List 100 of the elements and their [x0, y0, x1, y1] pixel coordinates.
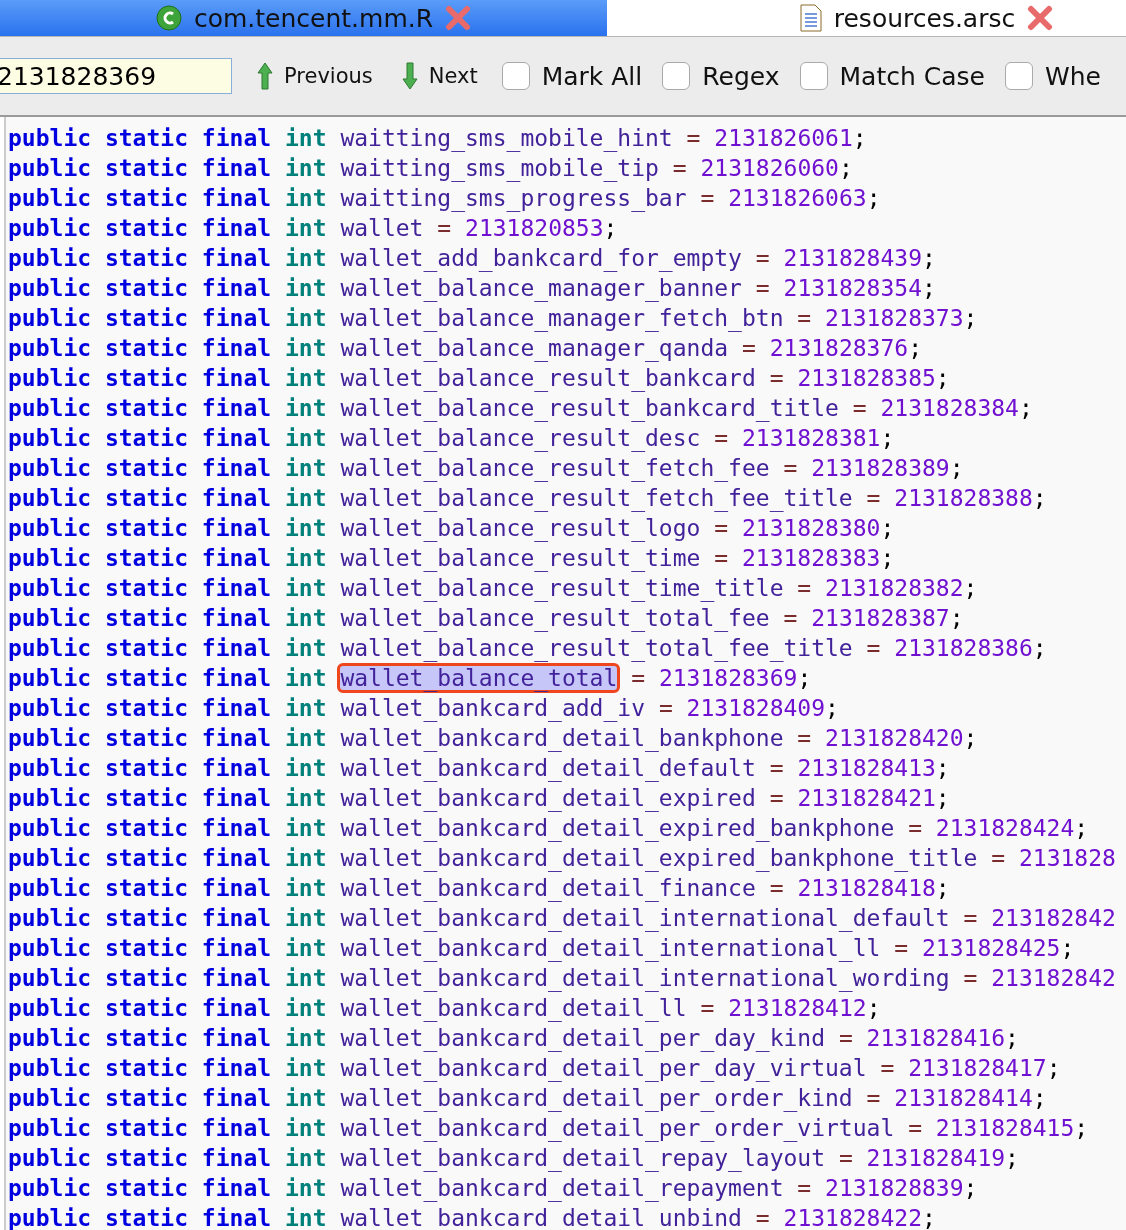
type-keyword: int — [284, 485, 327, 511]
semicolon: ; — [963, 575, 978, 601]
identifier: wallet_bankcard_detail_finance — [339, 874, 757, 903]
identifier: wallet_bankcard_detail_per_day_virtual — [339, 1054, 868, 1083]
number-literal: 2131828409 — [686, 695, 826, 721]
operator: = — [755, 245, 770, 271]
operator: = — [741, 335, 756, 361]
number-literal: 2131828420 — [825, 725, 964, 751]
semicolon: ; — [949, 455, 964, 481]
type-keyword: int — [284, 755, 327, 781]
operator: = — [991, 845, 1006, 871]
identifier: wallet_bankcard_detail_default — [339, 754, 757, 783]
keyword: public static final — [8, 455, 272, 481]
type-keyword: int — [284, 185, 327, 211]
identifier: wallet_bankcard_detail_expired_bankphone_title — [339, 844, 979, 873]
number-literal: 2131828387 — [811, 605, 950, 631]
semicolon: ; — [1074, 1115, 1089, 1141]
operator: = — [769, 365, 784, 391]
operator: = — [686, 125, 701, 151]
operator: = — [755, 275, 770, 301]
semicolon: ; — [797, 665, 812, 691]
checkbox[interactable] — [501, 62, 530, 90]
semicolon: ; — [880, 545, 895, 571]
operator: = — [908, 1115, 922, 1141]
identifier: wallet_balance_result_desc — [339, 424, 702, 453]
operator: = — [714, 425, 729, 451]
number-literal: 213182842 — [991, 965, 1116, 991]
close-icon[interactable] — [1027, 5, 1054, 31]
keyword: public static final — [8, 785, 272, 811]
semicolon: ; — [880, 425, 895, 451]
number-literal: 2131828385 — [797, 365, 936, 391]
checkbox[interactable] — [1004, 62, 1033, 90]
class-icon — [155, 5, 182, 31]
keyword: public static final — [8, 605, 272, 631]
keyword: public static final — [8, 425, 272, 451]
number-literal: 2131820853 — [465, 215, 604, 241]
number-literal: 2131828413 — [797, 755, 936, 781]
number-literal: 2131828421 — [797, 785, 936, 811]
type-keyword: int — [284, 365, 327, 391]
number-literal: 2131828412 — [728, 995, 867, 1021]
operator: = — [963, 905, 978, 931]
identifier: wallet_balance_result_total_fee — [339, 604, 771, 633]
type-keyword: int — [284, 455, 327, 481]
number-literal: 2131828416 — [866, 1025, 1006, 1051]
type-keyword: int — [284, 665, 327, 691]
keyword: public static final — [8, 155, 272, 181]
keyword: public static final — [8, 275, 272, 301]
type-keyword: int — [284, 545, 327, 571]
operator: = — [838, 1145, 853, 1171]
type-keyword: int — [284, 1025, 327, 1051]
type-keyword: int — [284, 725, 327, 751]
checkbox[interactable] — [662, 62, 691, 90]
number-literal: 2131828418 — [797, 875, 936, 901]
operator: = — [866, 1085, 881, 1111]
type-keyword: int — [284, 845, 327, 871]
semicolon: ; — [935, 875, 950, 901]
identifier: wallet_balance_manager_banner — [339, 274, 743, 303]
type-keyword: int — [284, 1175, 327, 1201]
identifier: wallet_balance_result_time — [339, 544, 702, 573]
highlighted-identifier: wallet_balance_total — [337, 663, 621, 693]
tab-label: com.tencent.mm.R — [193, 3, 434, 33]
identifier: wallet — [339, 214, 425, 243]
next-button[interactable]: Next — [396, 61, 482, 91]
previous-button[interactable]: Previous — [252, 61, 377, 91]
operator: = — [437, 215, 452, 241]
keyword: public static final — [8, 305, 272, 331]
close-icon[interactable] — [445, 5, 472, 31]
type-keyword: int — [284, 425, 327, 451]
identifier: wallet_balance_result_fetch_fee — [339, 454, 771, 483]
identifier: wallet_bankcard_detail_per_order_kind — [339, 1084, 854, 1113]
type-keyword: int — [284, 155, 327, 181]
editor-tab[interactable]: com.tencent.mm.R — [0, 0, 607, 36]
operator: = — [714, 545, 729, 571]
checkbox-label: Mark All — [541, 61, 643, 91]
type-keyword: int — [284, 245, 327, 271]
identifier: wallet_balance_result_bankcard — [339, 364, 757, 393]
type-keyword: int — [284, 695, 327, 721]
keyword: public static final — [8, 395, 272, 421]
keyword: public static final — [8, 1115, 272, 1141]
identifier: wallet_bankcard_detail_international_wording — [339, 964, 951, 993]
checkbox[interactable] — [799, 62, 828, 90]
number-literal: 2131828 — [1018, 845, 1116, 871]
operator: = — [880, 1055, 895, 1081]
keyword: public static final — [8, 365, 272, 391]
keyword: public static final — [8, 665, 272, 691]
type-keyword: int — [284, 515, 327, 541]
identifier: wallet_bankcard_detail_international_ll — [339, 934, 882, 963]
keyword: public static final — [8, 995, 272, 1021]
operator: = — [755, 1205, 770, 1230]
type-keyword: int — [284, 1205, 327, 1230]
identifier: wallet_balance_manager_qanda — [339, 334, 730, 363]
semicolon: ; — [963, 305, 978, 331]
keyword: public static final — [8, 515, 272, 541]
type-keyword: int — [284, 815, 327, 841]
operator: = — [797, 305, 812, 331]
keyword: public static final — [8, 1145, 272, 1171]
operator: = — [866, 635, 881, 661]
semicolon: ; — [880, 515, 895, 541]
keyword: public static final — [8, 845, 272, 871]
semicolon: ; — [922, 1205, 936, 1230]
